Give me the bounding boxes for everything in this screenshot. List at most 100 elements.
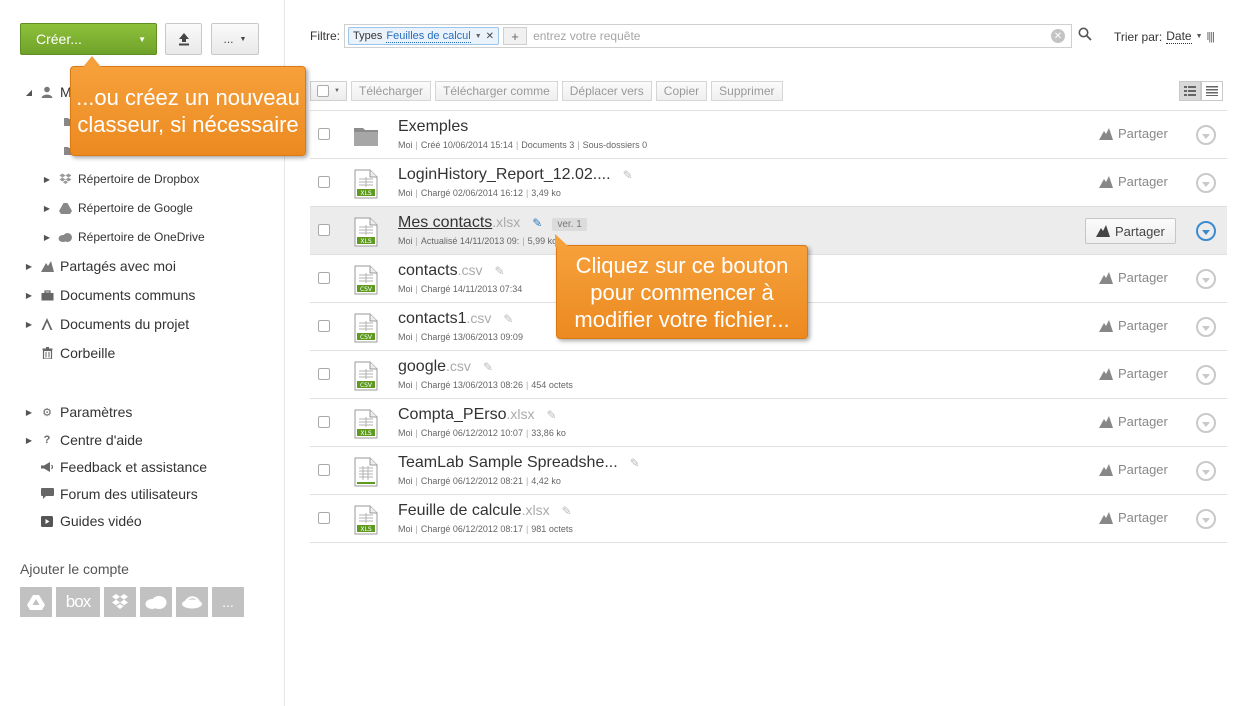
- expand-arrow-icon[interactable]: ▶: [42, 175, 52, 184]
- file-name-link[interactable]: Exemples: [398, 118, 468, 136]
- file-row[interactable]: XLS LoginHistory_Report_12.02.... ✎ Moi |…: [310, 159, 1227, 207]
- expand-arrow-icon[interactable]: ▶: [24, 408, 34, 417]
- chevron-down-icon[interactable]: ▼: [1196, 33, 1203, 40]
- share-button[interactable]: Partager: [1099, 126, 1168, 141]
- row-checkbox[interactable]: [318, 128, 330, 140]
- file-name-link[interactable]: contacts .csv ✎: [398, 262, 505, 280]
- row-menu-button[interactable]: [1196, 221, 1216, 241]
- share-button[interactable]: Partager: [1099, 414, 1168, 429]
- file-row[interactable]: XLS Feuille de calcule .xlsx ✎ Moi | Charg…: [310, 495, 1227, 543]
- tree-item-common-documents[interactable]: ▶ Documents communs: [24, 287, 195, 303]
- compact-view-button[interactable]: [1201, 81, 1223, 101]
- clear-filter-icon[interactable]: ✕: [1051, 29, 1065, 43]
- pencil-edit-icon[interactable]: ✎: [562, 504, 572, 518]
- file-row[interactable]: Exemples Moi | Créé 10/06/2014 15:14 | Docum…: [310, 111, 1227, 159]
- expand-arrow-icon[interactable]: ▶: [24, 436, 34, 445]
- row-menu-button[interactable]: [1196, 413, 1216, 433]
- tree-item-project-documents[interactable]: ▶ Documents du projet: [24, 316, 189, 332]
- collapse-arrow-icon[interactable]: ◢: [24, 88, 34, 97]
- pencil-edit-icon[interactable]: ✎: [503, 312, 513, 326]
- tree-item-onedrive[interactable]: ▶ Répertoire de OneDrive: [42, 230, 205, 244]
- filter-chip-types[interactable]: Types Feuilles de calcul ▼ ✕: [348, 27, 500, 45]
- row-checkbox[interactable]: [318, 464, 330, 476]
- sort-field-dropdown[interactable]: Date: [1166, 29, 1192, 44]
- expand-arrow-icon[interactable]: ▶: [24, 262, 34, 271]
- pencil-edit-icon[interactable]: ✎: [623, 168, 633, 182]
- expand-arrow-icon[interactable]: ▶: [24, 291, 34, 300]
- filter-chip-value[interactable]: Feuilles de calcul: [386, 30, 471, 43]
- select-all-dropdown[interactable]: ▼: [310, 81, 347, 101]
- share-button[interactable]: Partager: [1099, 510, 1168, 525]
- share-button[interactable]: Partager: [1099, 366, 1168, 381]
- tree-item-shared-with-me[interactable]: ▶ Partagés avec moi: [24, 258, 176, 274]
- list-view-button[interactable]: [1179, 81, 1201, 101]
- share-button[interactable]: Partager: [1099, 174, 1168, 189]
- row-checkbox[interactable]: [318, 512, 330, 524]
- create-button[interactable]: Créer... ▼: [20, 23, 157, 55]
- filter-bar[interactable]: Types Feuilles de calcul ▼ ✕ + ✕: [344, 24, 1072, 48]
- row-menu-button[interactable]: [1196, 125, 1216, 145]
- delete-button[interactable]: Supprimer: [711, 81, 783, 101]
- tree-item-trash[interactable]: Corbeille: [34, 345, 115, 361]
- upload-button[interactable]: [165, 23, 202, 55]
- file-name-link[interactable]: Compta_PErso .xlsx ✎: [398, 406, 557, 424]
- add-google-drive-account[interactable]: [20, 587, 52, 617]
- file-name-link[interactable]: Mes contacts .xlsx ✎ ver. 1: [398, 214, 587, 232]
- move-to-button[interactable]: Déplacer vers: [561, 81, 652, 101]
- download-button[interactable]: Télécharger: [351, 81, 432, 101]
- remove-chip-icon[interactable]: ✕: [486, 31, 494, 42]
- row-checkbox[interactable]: [318, 368, 330, 380]
- file-row[interactable]: TeamLab Sample Spreadshe... ✎ Moi | Chargé…: [310, 447, 1227, 495]
- select-all-checkbox[interactable]: [317, 85, 330, 97]
- sort-order-icon[interactable]: ǀ|||: [1207, 31, 1216, 43]
- version-badge[interactable]: ver. 1: [552, 218, 587, 231]
- row-menu-button[interactable]: [1196, 509, 1216, 529]
- row-checkbox[interactable]: [318, 176, 330, 188]
- row-menu-button[interactable]: [1196, 365, 1216, 385]
- expand-arrow-icon[interactable]: ▶: [24, 320, 34, 329]
- file-row[interactable]: XLS Compta_PErso .xlsx ✎ Moi | Chargé 06/1…: [310, 399, 1227, 447]
- chevron-down-icon[interactable]: ▼: [475, 33, 482, 40]
- search-button[interactable]: [1078, 27, 1094, 45]
- filter-search-input[interactable]: [533, 29, 1034, 43]
- pencil-edit-icon[interactable]: ✎: [630, 456, 640, 470]
- file-name-link[interactable]: Feuille de calcule .xlsx ✎: [398, 502, 572, 520]
- tree-item-forum[interactable]: Forum des utilisateurs: [34, 486, 198, 502]
- more-actions-button[interactable]: ... ▼: [211, 23, 259, 55]
- row-menu-button[interactable]: [1196, 173, 1216, 193]
- file-row[interactable]: CSV google .csv ✎ Moi | Chargé 13/06/2013 …: [310, 351, 1227, 399]
- tree-item-settings[interactable]: ▶ ⚙ Paramètres: [24, 404, 132, 420]
- add-box-account[interactable]: box: [56, 587, 100, 617]
- more-accounts-button[interactable]: ...: [212, 587, 244, 617]
- file-name-link[interactable]: LoginHistory_Report_12.02.... ✎: [398, 166, 633, 184]
- pencil-edit-icon[interactable]: ✎: [483, 360, 493, 374]
- row-menu-button[interactable]: [1196, 269, 1216, 289]
- download-as-button[interactable]: Télécharger comme: [435, 81, 558, 101]
- tree-item-feedback[interactable]: Feedback et assistance: [34, 459, 207, 475]
- pencil-edit-icon[interactable]: ✎: [547, 408, 557, 422]
- row-checkbox[interactable]: [318, 272, 330, 284]
- tree-item-google[interactable]: ▶ Répertoire de Google: [42, 201, 193, 215]
- row-menu-button[interactable]: [1196, 461, 1216, 481]
- row-checkbox[interactable]: [318, 224, 330, 236]
- row-menu-button[interactable]: [1196, 317, 1216, 337]
- add-filter-button[interactable]: +: [503, 27, 528, 45]
- file-name-link[interactable]: TeamLab Sample Spreadshe... ✎: [398, 454, 640, 472]
- pencil-edit-icon[interactable]: ✎: [532, 216, 542, 230]
- pencil-edit-icon[interactable]: ✎: [494, 264, 504, 278]
- file-name-link[interactable]: contacts1 .csv ✎: [398, 310, 513, 328]
- add-onedrive-account[interactable]: [140, 587, 172, 617]
- expand-arrow-icon[interactable]: ▶: [42, 204, 52, 213]
- share-button[interactable]: Partager: [1085, 218, 1176, 244]
- row-checkbox[interactable]: [318, 416, 330, 428]
- copy-button[interactable]: Copier: [655, 81, 708, 101]
- add-dropbox-account[interactable]: [104, 587, 136, 617]
- tree-item-my-documents[interactable]: ◢ M: [24, 84, 72, 100]
- file-name-link[interactable]: google .csv ✎: [398, 358, 493, 376]
- chevron-down-icon[interactable]: ▼: [334, 88, 340, 94]
- tree-item-dropbox[interactable]: ▶ Répertoire de Dropbox: [42, 172, 199, 186]
- share-button[interactable]: Partager: [1099, 318, 1168, 333]
- add-yandex-account[interactable]: [176, 587, 208, 617]
- row-checkbox[interactable]: [318, 320, 330, 332]
- share-button[interactable]: Partager: [1099, 462, 1168, 477]
